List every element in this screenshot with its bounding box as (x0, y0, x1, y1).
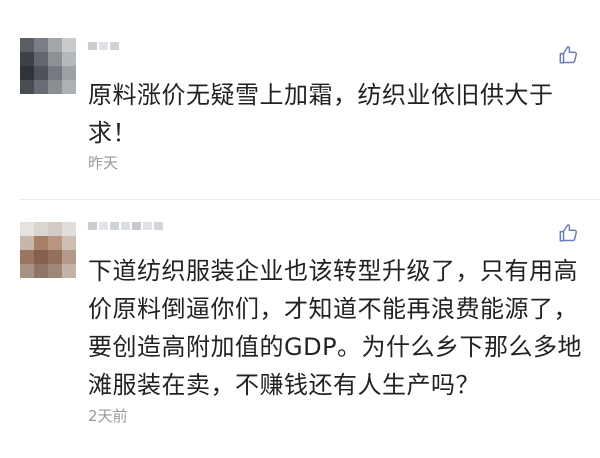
comment-text: 原料涨价无疑雪上加霜，纺织业依旧供大于求！ (88, 81, 554, 147)
username-blurred[interactable] (88, 222, 163, 238)
comment-item-1: 原料涨价无疑雪上加霜，纺织业依旧供大于求！ 昨天 (0, 0, 600, 200)
avatar[interactable] (20, 38, 76, 94)
username-blurred[interactable] (88, 42, 119, 58)
thumbs-up-icon (559, 224, 578, 242)
comment-timestamp: 2天前 (88, 407, 128, 425)
comment-text: 下道纺织服装企业也该转型升级了，只有用高价原料倒逼你们，才知道不能再浪费能源了，… (88, 257, 583, 399)
avatar[interactable] (20, 222, 76, 278)
comment-item-2: 下道纺织服装企业也该转型升级了，只有用高价原料倒逼你们，才知道不能再浪费能源了，… (0, 200, 600, 458)
like-button[interactable] (558, 44, 580, 66)
comment-timestamp: 昨天 (88, 154, 119, 172)
thumbs-up-icon (559, 46, 578, 64)
like-button[interactable] (558, 222, 580, 244)
